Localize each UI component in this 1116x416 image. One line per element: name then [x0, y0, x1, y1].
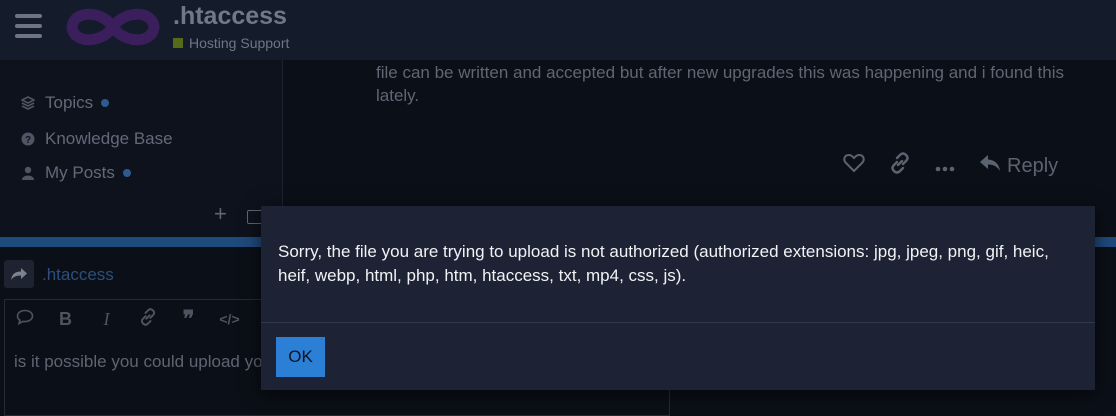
hyperlink-icon[interactable] [127, 307, 168, 331]
unread-dot-icon [122, 169, 131, 177]
upload-error-dialog: Sorry, the file you are trying to upload… [261, 206, 1095, 390]
italic-icon[interactable]: I [86, 309, 127, 330]
sidebar-item-topics[interactable]: Topics [20, 93, 110, 113]
hamburger-menu-icon[interactable] [15, 14, 42, 38]
post-actions: Reply [843, 152, 1058, 180]
svg-text:?: ? [25, 135, 31, 146]
quote-bubble-icon[interactable] [4, 309, 45, 330]
sidebar-item-label: Knowledge Base [45, 129, 173, 148]
more-options-icon[interactable] [935, 155, 955, 178]
site-logo[interactable] [66, 3, 161, 51]
unread-dot-icon [101, 99, 110, 107]
blockquote-icon[interactable]: ❞ [168, 306, 209, 332]
sidebar-item-label: Topics [45, 93, 94, 112]
bold-icon[interactable]: B [45, 309, 86, 330]
share-link-icon[interactable] [889, 152, 911, 180]
site-header: .htaccess Hosting Support [0, 0, 1116, 60]
preformatted-code-icon[interactable]: </> [209, 311, 250, 327]
like-heart-icon[interactable] [843, 153, 865, 179]
editor-toolbar: B I ❞ </> [4, 300, 260, 338]
dialog-divider [261, 322, 1095, 323]
add-section-icon[interactable]: + [214, 203, 227, 225]
sidebar-item-my-posts[interactable]: My Posts [20, 163, 131, 183]
reply-action-icon[interactable] [4, 260, 34, 288]
category-color-icon [173, 38, 183, 48]
reply-button[interactable]: Reply [979, 154, 1058, 178]
ok-button[interactable]: OK [276, 337, 325, 377]
question-circle-icon: ? [20, 131, 36, 147]
user-icon [20, 165, 36, 181]
site-title[interactable]: .htaccess [173, 2, 287, 31]
sidebar-item-knowledge-base[interactable]: ? Knowledge Base [20, 129, 173, 149]
category-badge[interactable]: Hosting Support [173, 35, 289, 51]
category-label: Hosting Support [189, 35, 290, 51]
post-body: file can be written and accepted but aft… [376, 63, 1065, 105]
reply-arrow-icon [979, 154, 1001, 178]
reply-to-topic-link[interactable]: .htaccess [42, 265, 114, 285]
dialog-message: Sorry, the file you are trying to upload… [278, 242, 1049, 285]
reply-label: Reply [1007, 154, 1059, 177]
sidebar-item-label: My Posts [45, 163, 115, 182]
editor-textarea[interactable]: is it possible you could upload yo [14, 352, 263, 372]
layers-icon [20, 95, 36, 111]
sidebar: Topics ? Knowledge Base My Posts + [0, 60, 283, 237]
